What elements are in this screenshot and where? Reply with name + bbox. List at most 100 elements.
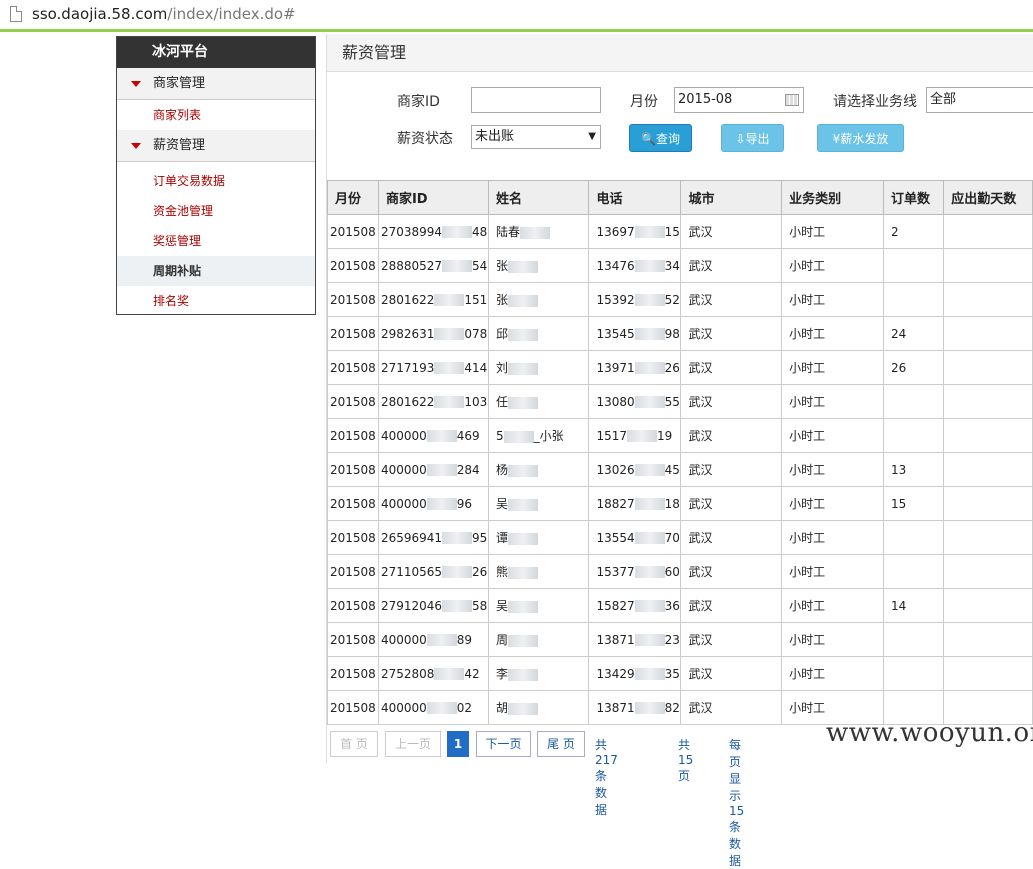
redacted-mask: [507, 260, 538, 273]
redacted-mask: [507, 532, 538, 545]
table-row[interactable]: 201508 2752808 42 李 13429 35 武汉 小时工: [327, 656, 1033, 691]
redacted-mask: [507, 328, 538, 341]
cell-month: 201508: [327, 622, 379, 657]
watermark: www.wooyun.org: [826, 718, 1033, 748]
cell-city: 武汉: [680, 690, 783, 725]
table-row[interactable]: 201508 28880527 54 张 13476 34 武汉 小时工: [327, 248, 1033, 283]
cell-name: 张: [487, 248, 590, 283]
table-row[interactable]: 201508 2717193 414 刘 13971 26 武汉 小时工 26: [327, 350, 1033, 385]
table-row[interactable]: 201508 2801622 103 任 13080 55 武汉 小时工: [327, 384, 1033, 419]
sidebar-item-fund-pool[interactable]: 资金池管理: [117, 196, 315, 226]
cell-merchant-id: 27912046 58: [377, 588, 489, 623]
redacted-mask: [634, 396, 665, 408]
merchant-id-input[interactable]: [471, 87, 601, 113]
first-page-button[interactable]: 首 页: [330, 731, 378, 757]
cell-orders: 13: [882, 452, 945, 487]
cell-phone: 15377 60: [588, 554, 682, 589]
main-panel: 薪资管理 商家ID 月份 2015-08 请选择业务线 全部 薪资状态 未出账 …: [326, 34, 1033, 868]
next-page-button[interactable]: 下一页: [476, 731, 531, 757]
cell-month: 201508: [327, 350, 379, 385]
current-page[interactable]: 1: [447, 731, 469, 757]
search-icon: 🔍: [641, 132, 656, 146]
table-row[interactable]: 201508 27110565 26 熊 15377 60 武汉 小时工: [327, 554, 1033, 589]
cell-business-type: 小时工: [781, 452, 884, 487]
cell-attendance-days: [943, 418, 1033, 453]
dropdown-arrow-icon: ▼: [588, 131, 596, 142]
cell-orders: [882, 418, 945, 453]
cell-city: 武汉: [680, 588, 783, 623]
table-row[interactable]: 201508 26596941 95 谭 13554 70 武汉 小时工: [327, 520, 1033, 555]
last-page-button[interactable]: 尾 页: [537, 731, 585, 757]
cell-business-type: 小时工: [781, 486, 884, 521]
sidebar-item-order-data[interactable]: 订单交易数据: [117, 166, 315, 196]
cell-city: 武汉: [680, 622, 783, 657]
cell-attendance-days: [943, 214, 1033, 249]
cell-orders: 15: [882, 486, 945, 521]
sidebar-group-salary[interactable]: 薪资管理: [117, 130, 315, 162]
cell-merchant-id: 28880527 54: [377, 248, 489, 283]
cell-merchant-id: 400000 89: [377, 622, 489, 657]
table-row[interactable]: 201508 400000 284 杨 13026 45 武汉 小时工 13: [327, 452, 1033, 487]
table-row[interactable]: 201508 400000 89 周 13871 23 武汉 小时工: [327, 622, 1033, 657]
redacted-mask: [434, 328, 465, 340]
redacted-mask: [634, 464, 665, 476]
sidebar-item-merchant-list[interactable]: 商家列表: [117, 100, 315, 130]
cell-orders: [882, 656, 945, 691]
page-title: 薪资管理: [327, 34, 1033, 72]
redacted-mask: [426, 464, 457, 476]
redacted-mask: [507, 600, 538, 613]
sidebar-item-period-subsidy[interactable]: 周期补贴: [117, 256, 315, 286]
filter-form: 商家ID 月份 2015-08 请选择业务线 全部 薪资状态 未出账 ▼ 🔍查询…: [327, 72, 1033, 182]
query-button[interactable]: 🔍查询: [629, 124, 692, 152]
table-row[interactable]: 201508 2801622 151 张 15392 52 武汉 小时工: [327, 282, 1033, 317]
cell-orders: [882, 248, 945, 283]
export-button[interactable]: ⇩导出: [721, 124, 784, 152]
cell-orders: 14: [882, 588, 945, 623]
redacted-mask: [442, 226, 473, 238]
cell-merchant-id: 2752808 42: [377, 656, 489, 691]
redacted-mask: [507, 294, 538, 307]
pay-salary-button[interactable]: ¥薪水发放: [817, 124, 904, 152]
cell-city: 武汉: [680, 248, 783, 283]
cell-month: 201508: [327, 588, 379, 623]
redacted-mask: [634, 294, 665, 306]
cell-attendance-days: [943, 350, 1033, 385]
cell-business-type: 小时工: [781, 282, 884, 317]
cell-business-type: 小时工: [781, 418, 884, 453]
business-line-select[interactable]: 全部: [926, 87, 1033, 113]
salary-status-select[interactable]: 未出账 ▼: [471, 125, 601, 149]
cell-month: 201508: [327, 248, 379, 283]
redacted-mask: [442, 600, 473, 612]
cell-phone: 13429 35: [588, 656, 682, 691]
cell-orders: [882, 622, 945, 657]
sidebar-item-rewards[interactable]: 奖惩管理: [117, 226, 315, 256]
cell-phone: 15392 52: [588, 282, 682, 317]
url-text[interactable]: sso.daojia.58.com/index/index.do#: [32, 5, 296, 23]
sidebar-item-ranking[interactable]: 排名奖: [117, 286, 315, 316]
cell-month: 201508: [327, 316, 379, 351]
cell-merchant-id: 2717193 414: [377, 350, 489, 385]
table-row[interactable]: 201508 2982631 078 邱 13545 98 武汉 小时工 24: [327, 316, 1033, 351]
sidebar-group-merchant[interactable]: 商家管理: [117, 68, 315, 100]
redacted-mask: [507, 634, 538, 647]
redacted-mask: [634, 532, 665, 544]
cell-phone: 13080 55: [588, 384, 682, 419]
salary-table: 月份 商家ID 姓名 电话 城市 业务类别 订单数 应出勤天数 201508 27…: [327, 180, 1033, 725]
month-input[interactable]: 2015-08: [674, 87, 804, 113]
cell-business-type: 小时工: [781, 384, 884, 419]
sidebar: 冰河平台 商家管理 商家列表 薪资管理 订单交易数据 资金池管理 奖惩管理 周期…: [116, 36, 316, 315]
col-city: 城市: [680, 180, 783, 215]
per-page-info: 每页显示15条数据: [729, 738, 745, 868]
cell-orders: [882, 384, 945, 419]
table-row[interactable]: 201508 400000 469 5 _小张 1517 19 武汉 小时工: [327, 418, 1033, 453]
table-row[interactable]: 201508 27912046 58 吴 15827 36 武汉 小时工 14: [327, 588, 1033, 623]
table-row[interactable]: 201508 400000 96 吴 18827 18 武汉 小时工 15: [327, 486, 1033, 521]
calendar-icon[interactable]: [785, 94, 799, 106]
download-icon: ⇩: [735, 132, 746, 146]
cell-merchant-id: 2801622 151: [377, 282, 489, 317]
browser-address-bar[interactable]: sso.daojia.58.com/index/index.do#: [0, 0, 1033, 32]
merchant-id-label: 商家ID: [397, 94, 440, 110]
redacted-mask: [634, 362, 665, 374]
table-row[interactable]: 201508 27038994 48 陆春 13697 15 武汉 小时工 2: [327, 214, 1033, 249]
prev-page-button[interactable]: 上一页: [385, 731, 441, 757]
